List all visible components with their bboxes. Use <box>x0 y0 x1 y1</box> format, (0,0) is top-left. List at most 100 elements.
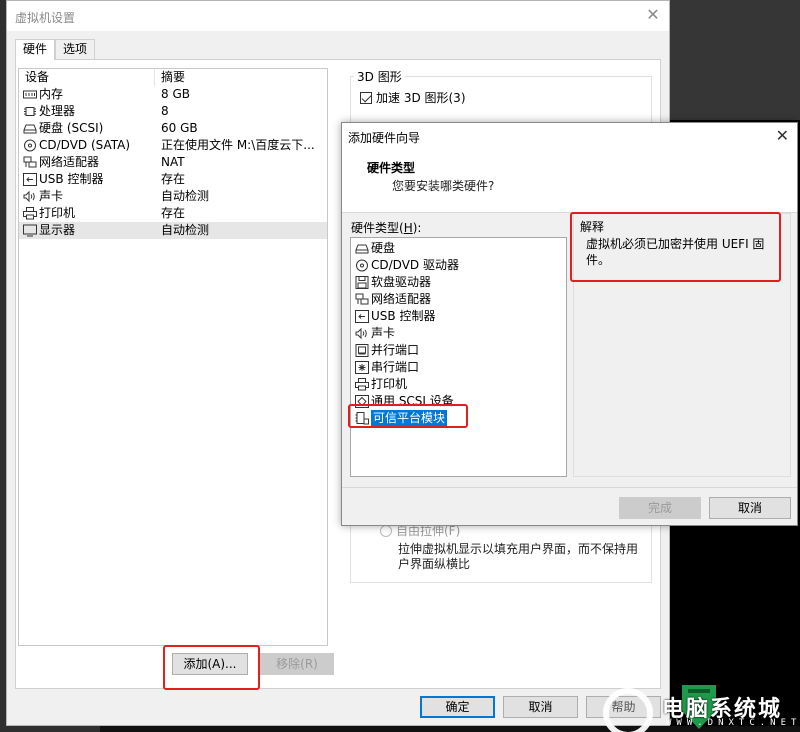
wizard-header-title: 硬件类型 <box>367 161 416 175</box>
usb-icon <box>355 310 369 323</box>
sound-card-icon <box>355 327 369 340</box>
add-hardware-wizard: 添加硬件向导 ✕ 硬件类型 您要安装哪类硬件? 硬件类型(H): 硬盘 CD/DV… <box>341 122 798 526</box>
device-name-cell: 显示器 <box>19 222 161 239</box>
label-accesskey: H <box>403 221 413 235</box>
device-list[interactable]: 设备 摘要 内存 8 GB 处理器 8 硬盘 (SCSI) 60 GB CD/DVD (SA… <box>18 68 328 646</box>
accelerate-3d-checkbox[interactable]: 加速 3D 图形(3) <box>360 89 466 106</box>
device-row[interactable]: USB 控制器 存在 <box>19 171 327 188</box>
cancel-button[interactable]: 取消 <box>503 696 578 718</box>
remove-hardware-button[interactable]: 移除(R) <box>260 653 334 675</box>
usb-icon <box>23 173 37 186</box>
floppy-icon <box>355 276 369 289</box>
taskbar-edge <box>100 726 800 732</box>
device-name: 打印机 <box>39 206 76 220</box>
hardware-type-item[interactable]: 网络适配器 <box>351 291 566 308</box>
device-summary: 60 GB <box>161 121 198 135</box>
graphics-group-label: 3D 图形 <box>354 68 405 85</box>
hardware-type-label: CD/DVD 驱动器 <box>371 258 459 272</box>
device-name: 内存 <box>39 87 64 101</box>
cd-dvd-icon <box>23 139 37 152</box>
serial-port-icon <box>355 361 369 374</box>
device-name-cell: CD/DVD (SATA) <box>19 137 161 154</box>
finish-button[interactable]: 完成 <box>619 497 701 519</box>
add-hardware-button[interactable]: 添加(A)... <box>172 653 248 675</box>
column-header-device[interactable]: 设备 <box>19 69 155 86</box>
device-name-cell: USB 控制器 <box>19 171 161 188</box>
device-name: 声卡 <box>39 189 64 203</box>
explanation-text: 虚拟机必须已加密并使用 UEFI 固件。 <box>586 237 765 267</box>
device-row[interactable]: 硬盘 (SCSI) 60 GB <box>19 120 327 137</box>
processor-icon <box>23 105 37 118</box>
device-name-cell: 声卡 <box>19 188 161 205</box>
tpm-icon <box>355 412 369 425</box>
divider <box>342 487 797 488</box>
hardware-type-item[interactable]: 声卡 <box>351 325 566 342</box>
accelerate-3d-label: 加速 3D 图形(3) <box>376 91 466 105</box>
label-text: 硬件类型( <box>351 221 404 235</box>
device-summary: 存在 <box>161 172 186 186</box>
device-summary: 8 <box>161 104 169 118</box>
hardware-type-item[interactable]: USB 控制器 <box>351 308 566 325</box>
display-icon <box>23 224 37 237</box>
network-adapter-icon <box>355 293 369 306</box>
device-row[interactable]: 显示器 自动检测 <box>19 222 327 239</box>
explanation-panel: 解释 虚拟机必须已加密并使用 UEFI 固件。 <box>573 213 791 477</box>
free-stretch-description: 拉伸虚拟机显示以填充用户界面，而不保持用户界面纵横比 <box>398 542 639 571</box>
cd-dvd-icon <box>355 259 369 272</box>
checkbox-checked-icon <box>360 91 372 104</box>
device-row[interactable]: 打印机 存在 <box>19 205 327 222</box>
hardware-type-item[interactable]: 并行端口 <box>351 342 566 359</box>
device-summary: NAT <box>161 155 185 169</box>
device-row[interactable]: CD/DVD (SATA) 正在使用文件 M:\百度云下... <box>19 137 327 154</box>
hardware-type-label: 网络适配器 <box>371 292 432 306</box>
hardware-type-item[interactable]: 软盘驱动器 <box>351 274 566 291</box>
window-title: 虚拟机设置 <box>15 11 76 25</box>
device-summary: 存在 <box>161 206 186 220</box>
hardware-type-label: 通用 SCSI 设备 <box>371 394 454 408</box>
label-suffix: ): <box>412 221 422 235</box>
tab-strip: 硬件 选项 <box>15 39 96 60</box>
hardware-type-item[interactable]: 打印机 <box>351 376 566 393</box>
printer-icon <box>355 378 369 391</box>
hardware-type-item[interactable]: 通用 SCSI 设备 <box>351 393 566 410</box>
device-row[interactable]: 内存 8 GB <box>19 86 327 103</box>
desktop-background <box>668 0 800 120</box>
device-row[interactable]: 处理器 8 <box>19 103 327 120</box>
title-bar: 虚拟机设置 ✕ <box>7 1 669 31</box>
scsi-device-icon <box>355 395 369 408</box>
device-row[interactable]: 声卡 自动检测 <box>19 188 327 205</box>
column-header-summary[interactable]: 摘要 <box>155 69 185 86</box>
radio-icon <box>380 524 392 537</box>
hardware-type-label: 软盘驱动器 <box>371 275 432 289</box>
sound-card-icon <box>23 190 37 203</box>
device-name: CD/DVD (SATA) <box>39 138 131 152</box>
ok-button[interactable]: 确定 <box>420 696 495 718</box>
wizard-header: 硬件类型 您要安装哪类硬件? <box>342 147 797 213</box>
tab-options[interactable]: 选项 <box>55 39 96 59</box>
device-list-header: 设备 摘要 <box>19 69 327 86</box>
device-summary: 正在使用文件 M:\百度云下... <box>161 138 315 152</box>
device-name-cell: 内存 <box>19 86 161 103</box>
hardware-type-list[interactable]: 硬盘 CD/DVD 驱动器 软盘驱动器网络适配器 USB 控制器声卡 并行端口 串行端口打… <box>350 237 567 477</box>
network-adapter-icon <box>23 156 37 169</box>
hardware-type-label: 可信平台模块 <box>371 410 448 427</box>
hardware-type-item[interactable]: 串行端口 <box>351 359 566 376</box>
hardware-type-label: 硬件类型(H): <box>351 219 421 236</box>
device-name-cell: 网络适配器 <box>19 154 161 171</box>
hardware-type-item[interactable]: CD/DVD 驱动器 <box>351 257 566 274</box>
device-name-cell: 处理器 <box>19 103 161 120</box>
device-summary: 自动检测 <box>161 223 210 237</box>
close-icon[interactable]: ✕ <box>645 7 661 23</box>
close-icon[interactable]: ✕ <box>776 126 789 145</box>
parallel-port-icon <box>355 344 369 357</box>
help-button[interactable]: 帮助 <box>586 696 661 718</box>
hard-disk-icon <box>23 122 37 135</box>
wizard-cancel-button[interactable]: 取消 <box>709 497 791 519</box>
hardware-type-label: USB 控制器 <box>371 309 436 323</box>
device-row[interactable]: 网络适配器 NAT <box>19 154 327 171</box>
hardware-type-item[interactable]: 硬盘 <box>351 240 566 257</box>
tab-hardware[interactable]: 硬件 <box>15 39 56 60</box>
wizard-title-bar: 添加硬件向导 ✕ <box>342 123 797 147</box>
device-name: 处理器 <box>39 104 76 118</box>
hardware-type-item[interactable]: 可信平台模块 <box>351 410 566 427</box>
